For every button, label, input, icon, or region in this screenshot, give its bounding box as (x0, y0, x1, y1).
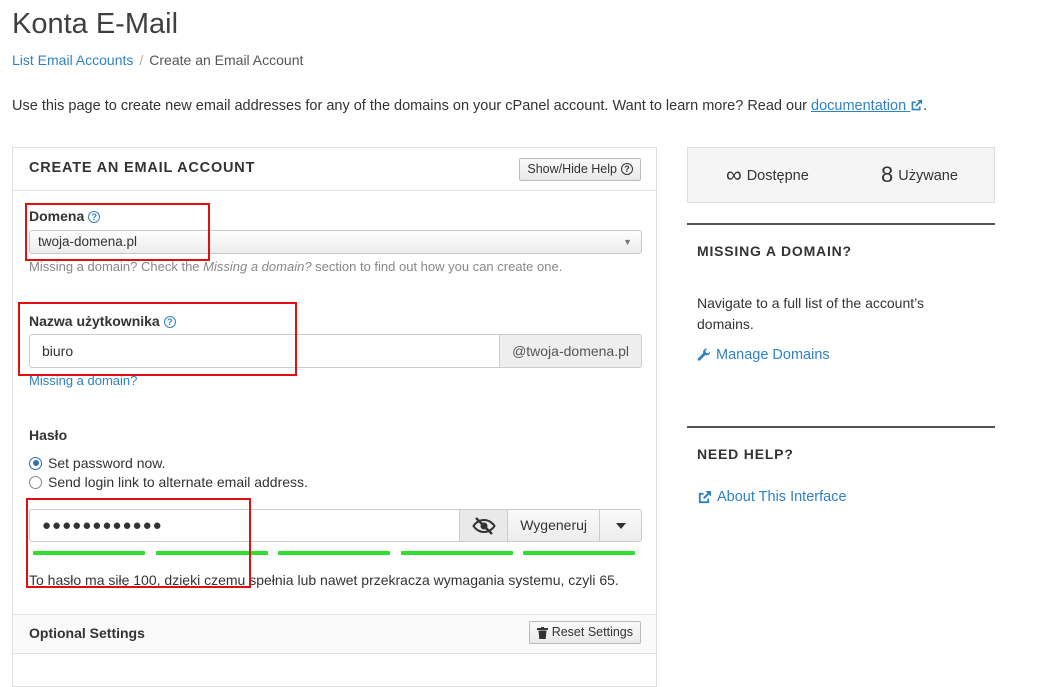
about-interface-link[interactable]: About This Interface (697, 489, 847, 505)
documentation-link[interactable]: documentation (811, 98, 923, 114)
question-icon: ? (621, 163, 633, 175)
reset-settings-label: Reset Settings (551, 625, 633, 639)
stat-used-label: Używane (898, 168, 958, 184)
documentation-link-label: documentation (811, 98, 907, 114)
intro-body: Use this page to create new email addres… (12, 98, 812, 114)
radio-button-checked[interactable] (29, 456, 42, 470)
intro-end: . (923, 98, 928, 114)
breadcrumb-current: Create an Email Account (149, 52, 304, 68)
strength-segment (33, 551, 145, 555)
password-strength-meter (33, 551, 635, 555)
radio-send-login-link[interactable]: Send login link to alternate email addre… (29, 474, 308, 490)
page-title: Konta E-Mail (12, 8, 179, 40)
external-link-icon (698, 490, 712, 503)
domain-hint-em: Missing a domain? (203, 259, 312, 274)
domain-select-value: twoja-domena.pl (38, 234, 138, 249)
domain-help-icon[interactable]: ? (88, 211, 101, 223)
optional-settings-header: Optional Settings Reset Settings (13, 614, 656, 654)
caret-down-icon (615, 522, 626, 529)
optional-settings-title: Optional Settings (29, 625, 145, 641)
about-interface-label: About This Interface (717, 489, 847, 505)
wrench-icon (697, 348, 711, 361)
password-group: ●●●●●●●●●●●● Wygeneruj (29, 509, 642, 542)
chevron-down-icon: ▼ (623, 237, 632, 247)
password-input[interactable]: ●●●●●●●●●●●● (29, 509, 460, 542)
radio-set-password-label: Set password now. (48, 455, 166, 471)
radio-send-login-link-label: Send login link to alternate email addre… (48, 474, 308, 490)
stat-available-value: ∞ (726, 162, 742, 187)
account-stats: ∞ Dostępne 8 Używane (687, 147, 995, 203)
radio-button-unchecked[interactable] (29, 475, 42, 489)
username-input[interactable]: biuro (29, 334, 500, 368)
trash-icon (536, 626, 548, 639)
username-group: biuro @twoja-domena.pl (29, 334, 642, 368)
need-help-title: NEED HELP? (697, 446, 794, 462)
strength-segment (278, 551, 390, 555)
password-label: Hasło (29, 427, 68, 443)
reset-settings-button[interactable]: Reset Settings (528, 621, 641, 644)
generate-password-button[interactable]: Wygeneruj (508, 509, 600, 542)
show-hide-help-button[interactable]: Show/Hide Help? (519, 158, 641, 181)
missing-domain-title: MISSING A DOMAIN? (697, 243, 852, 259)
domain-label-text: Domena (29, 208, 85, 224)
need-help-section: NEED HELP? About This Interface (687, 426, 995, 526)
missing-domain-text: Navigate to a full list of the account’s… (697, 295, 924, 332)
missing-domain-section: MISSING A DOMAIN? Navigate to a full lis… (687, 223, 995, 403)
breadcrumb-separator: / (139, 52, 144, 68)
create-email-panel: CREATE AN EMAIL ACCOUNT Show/Hide Help? … (12, 147, 657, 687)
stat-available-label: Dostępne (746, 168, 809, 184)
intro-text: Use this page to create new email addres… (12, 98, 927, 114)
breadcrumb: List Email Accounts / Create an Email Acco… (12, 52, 303, 68)
strength-segment (155, 551, 268, 555)
domain-label: Domena? (29, 208, 101, 224)
username-help-icon[interactable]: ? (163, 316, 176, 328)
username-label-text: Nazwa użytkownika (29, 313, 160, 329)
missing-domain-link[interactable]: Missing a domain? (29, 373, 137, 388)
eye-slash-icon (472, 516, 496, 535)
panel-header: CREATE AN EMAIL ACCOUNT Show/Hide Help? (13, 148, 656, 191)
stat-used: 8 Używane (881, 162, 958, 188)
panel-title: CREATE AN EMAIL ACCOUNT (29, 160, 256, 176)
strength-segment (400, 551, 513, 555)
help-button-label: Show/Hide Help (527, 162, 617, 176)
stat-available: ∞ Dostępne (726, 162, 809, 188)
radio-set-password[interactable]: Set password now. (29, 455, 166, 471)
domain-hint-post: section to find out how you can create o… (311, 259, 563, 274)
manage-domains-link[interactable]: Manage Domains (697, 347, 830, 363)
password-strength-text: To hasło ma siłę 100, dzięki czemu spełn… (29, 572, 619, 588)
toggle-visibility-button[interactable] (459, 509, 509, 542)
breadcrumb-list-email-accounts[interactable]: List Email Accounts (12, 52, 133, 68)
domain-select[interactable]: twoja-domena.pl ▼ (29, 230, 642, 254)
external-link-icon (911, 99, 923, 111)
generate-options-dropdown[interactable] (600, 509, 642, 542)
manage-domains-label: Manage Domains (716, 347, 830, 363)
stat-used-value: 8 (881, 162, 894, 187)
strength-segment (523, 551, 635, 555)
username-label: Nazwa użytkownika? (29, 313, 176, 329)
domain-hint: Missing a domain? Check the Missing a do… (29, 259, 562, 274)
domain-suffix: @twoja-domena.pl (499, 334, 642, 368)
domain-hint-pre: Missing a domain? Check the (29, 259, 204, 274)
